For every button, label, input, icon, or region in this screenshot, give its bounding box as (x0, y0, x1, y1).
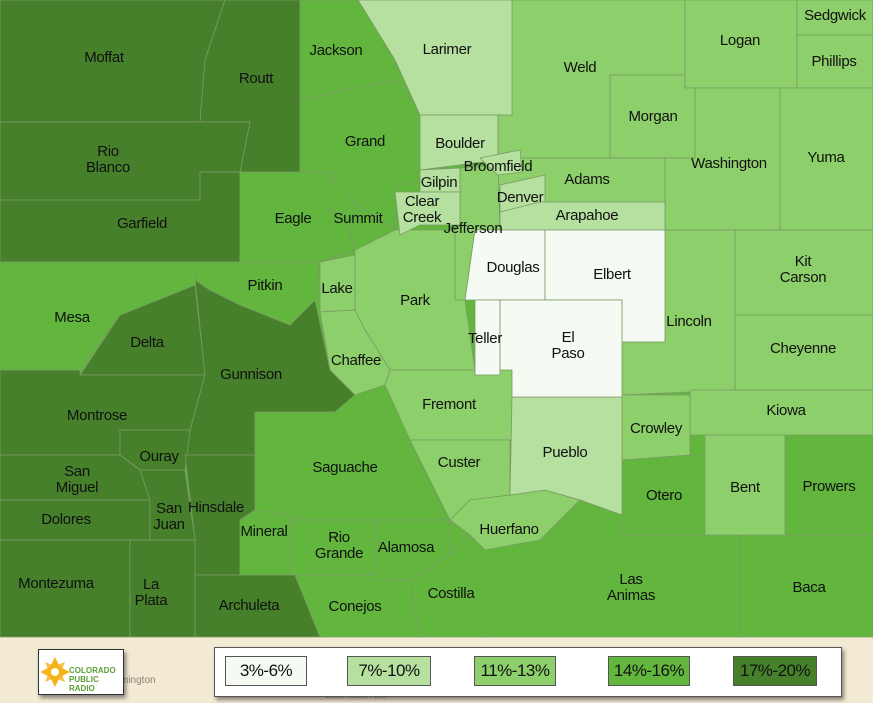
county-cheyenne[interactable] (734, 314, 873, 391)
county-prowers[interactable] (784, 434, 873, 536)
county-morgan[interactable] (609, 74, 696, 159)
county-kiowa[interactable] (689, 389, 873, 436)
county-mineral[interactable] (239, 509, 291, 576)
county-crowley[interactable] (621, 394, 691, 461)
county-moffat[interactable] (0, 0, 226, 123)
county-sedgwick[interactable] (796, 0, 873, 36)
county-san-miguel[interactable] (0, 454, 151, 501)
county-yuma[interactable] (779, 87, 873, 231)
county-arapahoe[interactable] (499, 201, 666, 231)
logo-text: COLORADO PUBLIC RADIO (69, 666, 116, 693)
county-baca[interactable] (739, 534, 873, 638)
county-lake[interactable] (319, 254, 356, 313)
county-rio-grande[interactable] (289, 519, 376, 576)
county-logan[interactable] (684, 0, 798, 89)
county-montezuma[interactable] (0, 539, 131, 638)
county-kit-carson[interactable] (734, 229, 873, 316)
sun-logo-icon (41, 657, 70, 687)
county-la-plata[interactable] (129, 539, 196, 638)
colorado-public-radio-logo: COLORADO PUBLIC RADIO (38, 649, 124, 695)
county-dolores[interactable] (0, 499, 151, 541)
legend-item-14pct-16pct: 14%-16% (608, 656, 690, 686)
legend-item-11pct-13pct: 11%-13% (474, 656, 556, 686)
legend-item-3pct-6pct: 3%-6% (225, 656, 307, 686)
county-el-paso[interactable] (499, 299, 623, 398)
legend-item-7pct-10pct: 7%-10% (347, 656, 431, 686)
county-phillips[interactable] (796, 34, 873, 89)
county-teller[interactable] (474, 299, 501, 376)
county-bent[interactable] (704, 434, 786, 536)
county-douglas[interactable] (464, 229, 546, 301)
legend-item-17pct-20pct: 17%-20% (733, 656, 817, 686)
county-otero[interactable] (621, 454, 706, 536)
colorado-county-map (0, 0, 873, 638)
county-gilpin[interactable] (419, 167, 461, 193)
legend: 3%-6% 7%-10% 11%-13% 14%-16% 17%-20% (214, 647, 842, 697)
